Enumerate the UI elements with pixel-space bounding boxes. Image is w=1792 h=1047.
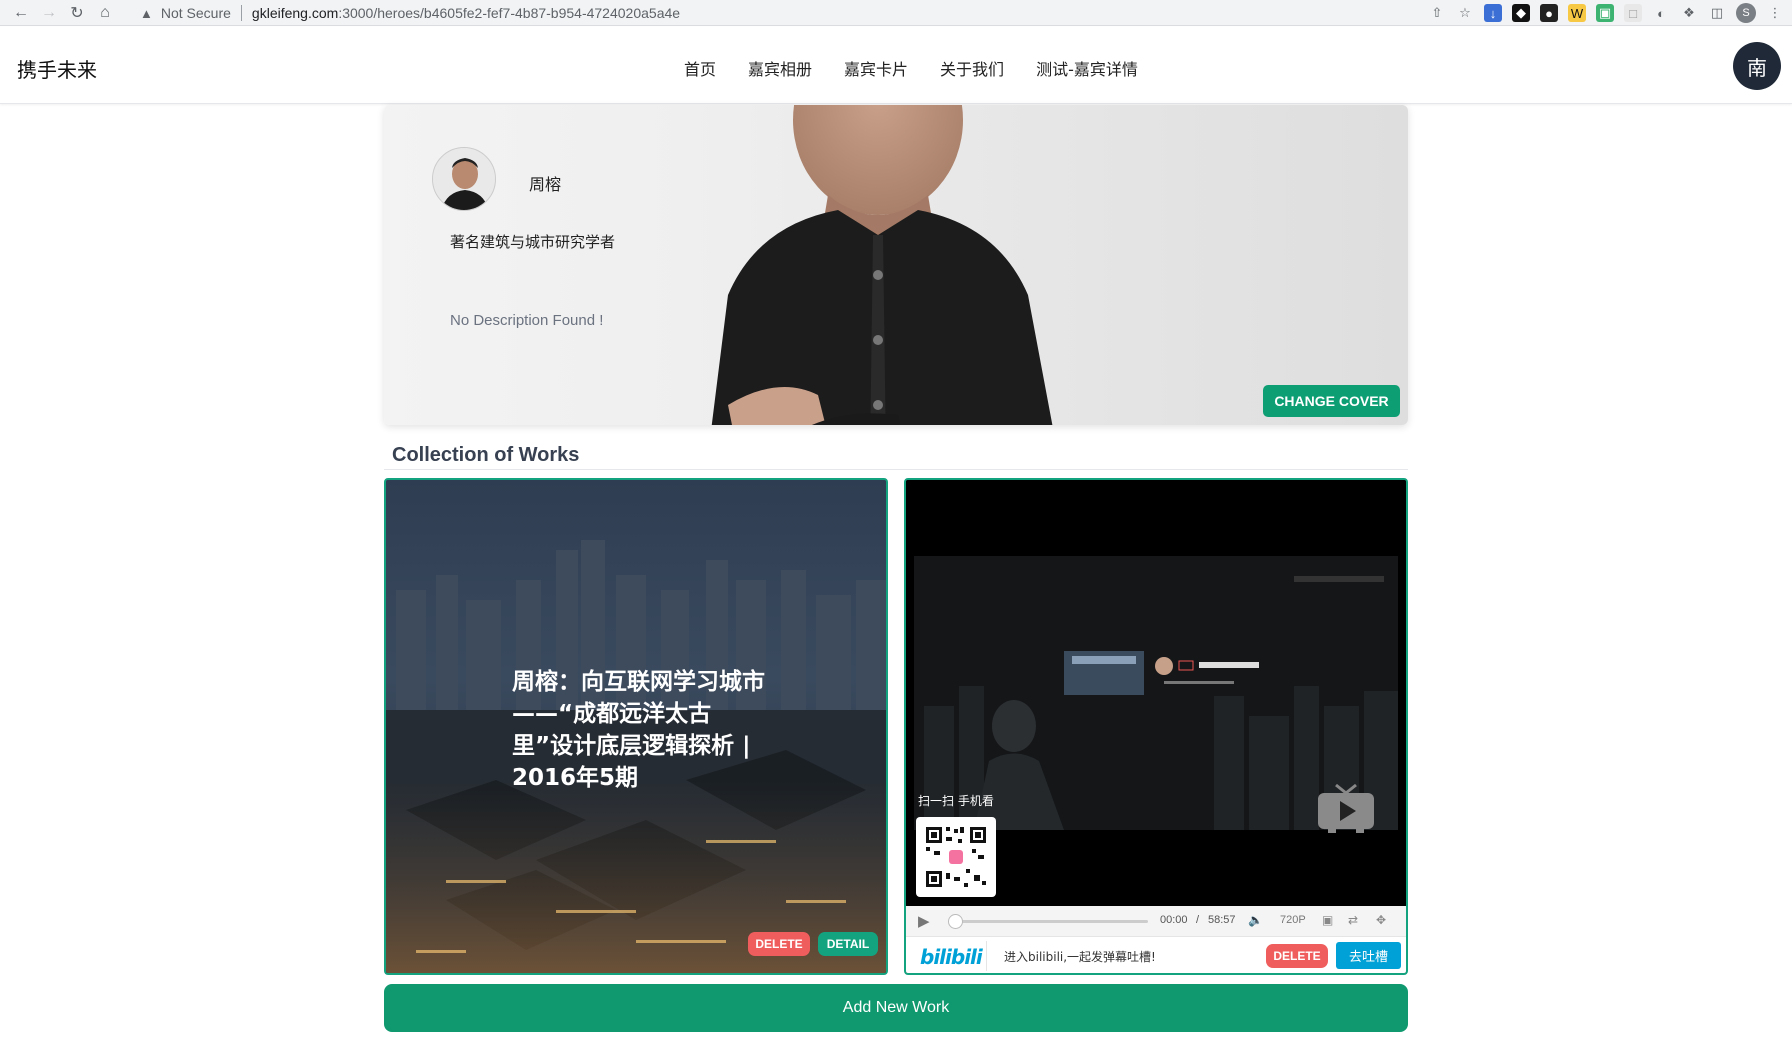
fullscreen-icon[interactable]: ✥ xyxy=(1376,913,1386,927)
hero-description: No Description Found ! xyxy=(450,312,604,329)
extensions-icon[interactable]: ❖ xyxy=(1680,4,1698,22)
nav-home[interactable]: 首页 xyxy=(684,56,716,80)
scan-to-watch-label: 扫一扫 手机看 xyxy=(918,794,994,808)
warning-icon: ▲ xyxy=(140,5,153,21)
bilibili-logo[interactable]: bilibili xyxy=(920,945,983,969)
time-separator: / xyxy=(1196,914,1200,926)
back-icon[interactable]: ← xyxy=(6,0,36,26)
home-icon[interactable]: ⌂ xyxy=(90,0,120,26)
add-new-work-button[interactable]: Add New Work xyxy=(384,984,1408,1032)
volume-icon[interactable]: 🔈 xyxy=(1248,913,1263,927)
collection-divider xyxy=(384,469,1408,470)
danmu-divider xyxy=(986,941,987,971)
download-extension-icon[interactable]: ↓ xyxy=(1484,4,1502,22)
quality-selector[interactable]: 720P xyxy=(1280,914,1306,926)
nav-guest-album[interactable]: 嘉宾相册 xyxy=(748,56,812,80)
work-card-video[interactable]: 扫一扫 手机看 ▶ 00:00 / 58:57 🔈 720P ▣ ⇄ ✥ bil… xyxy=(904,478,1408,975)
hero-name: 周榕 xyxy=(529,175,562,194)
danmu-prompt[interactable]: 进入bilibili,一起发弹幕吐槽! xyxy=(1004,948,1156,965)
nav-guest-cards[interactable]: 嘉宾卡片 xyxy=(844,56,908,80)
tucao-button[interactable]: 去吐槽 xyxy=(1336,942,1401,969)
forward-icon[interactable]: → xyxy=(34,0,64,26)
extension-diamond-icon[interactable]: ◆ xyxy=(1512,4,1530,22)
work-article-title: 周榕：向互联网学习城市——“成都远洋太古里”设计底层逻辑探析 | 2016年5期 xyxy=(512,669,765,791)
delete-work-button[interactable]: DELETE xyxy=(748,932,810,956)
extension-w-icon[interactable]: W xyxy=(1568,4,1586,22)
qr-code-image xyxy=(916,817,996,897)
address-separator xyxy=(240,5,242,21)
brand-logo[interactable]: 携手未来 xyxy=(17,54,97,83)
extension-circle-icon[interactable]: ◐ xyxy=(1652,4,1670,22)
delete-video-button[interactable]: DELETE xyxy=(1266,944,1328,968)
share-icon[interactable]: ⇧ xyxy=(1428,4,1446,22)
time-current: 00:00 xyxy=(1160,914,1188,926)
video-player[interactable]: 扫一扫 手机看 xyxy=(906,480,1406,906)
side-panel-icon[interactable]: ◫ xyxy=(1708,4,1726,22)
work-card-article[interactable]: 周榕：向互联网学习城市——“成都远洋太古里”设计底层逻辑探析 | 2016年5期… xyxy=(384,478,888,975)
extension-blank-icon[interactable]: □ xyxy=(1624,4,1642,22)
play-icon[interactable]: ▶ xyxy=(918,912,936,930)
change-cover-button[interactable]: CHANGE COVER xyxy=(1263,385,1400,417)
video-progress-bar[interactable] xyxy=(948,914,1148,929)
progress-knob[interactable] xyxy=(948,914,963,929)
browser-toolbar: ← → ↻ ⌂ ▲ Not Secure gkleifeng.com:3000/… xyxy=(0,0,1792,26)
browser-actions: ⇧ ☆ ↓ ◆ ● W ▣ □ ◐ ❖ ◫ S ⋮ xyxy=(1428,0,1784,26)
extension-mask-icon[interactable]: ● xyxy=(1540,4,1558,22)
loop-icon[interactable]: ⇄ xyxy=(1348,913,1358,927)
user-avatar[interactable]: 南 xyxy=(1733,42,1781,90)
danmu-bar: bilibili 进入bilibili,一起发弹幕吐槽! DELETE 去吐槽 xyxy=(906,936,1406,973)
browser-profile-avatar[interactable]: S xyxy=(1736,3,1756,23)
nav-guest-detail-test[interactable]: 测试-嘉宾详情 xyxy=(1036,56,1138,80)
app-header: 携手未来 首页 嘉宾相册 嘉宾卡片 关于我们 测试-嘉宾详情 南 xyxy=(0,27,1792,104)
collection-heading: Collection of Works xyxy=(392,444,580,466)
danmu-settings-icon[interactable]: ▣ xyxy=(1322,913,1333,927)
main-nav: 首页 嘉宾相册 嘉宾卡片 关于我们 测试-嘉宾详情 xyxy=(684,56,1138,80)
browser-menu-icon[interactable]: ⋮ xyxy=(1766,4,1784,22)
avatar-portrait-image xyxy=(433,148,495,210)
tv-play-icon[interactable] xyxy=(1316,783,1376,835)
address-bar[interactable]: ▲ Not Secure gkleifeng.com:3000/heroes/b… xyxy=(140,1,680,25)
hero-cover: 周榕 著名建筑与城市研究学者 No Description Found ! CH… xyxy=(384,105,1408,425)
hero-title: 著名建筑与城市研究学者 xyxy=(450,233,616,251)
security-label: Not Secure xyxy=(160,5,231,21)
detail-work-button[interactable]: DETAIL xyxy=(818,932,878,956)
nav-about[interactable]: 关于我们 xyxy=(940,56,1004,80)
url-path: :3000/heroes/b4605fe2-fef7-4b87-b954-472… xyxy=(338,5,681,21)
hero-avatar xyxy=(432,147,496,211)
url-host: gkleifeng.com xyxy=(251,5,339,21)
extension-print-icon[interactable]: ▣ xyxy=(1596,4,1614,22)
time-total: 58:57 xyxy=(1208,914,1236,926)
video-controls: ▶ 00:00 / 58:57 🔈 720P ▣ ⇄ ✥ xyxy=(906,906,1406,936)
cover-portrait-image xyxy=(711,105,1053,425)
bookmark-star-icon[interactable]: ☆ xyxy=(1456,4,1474,22)
reload-icon[interactable]: ↻ xyxy=(62,0,92,26)
